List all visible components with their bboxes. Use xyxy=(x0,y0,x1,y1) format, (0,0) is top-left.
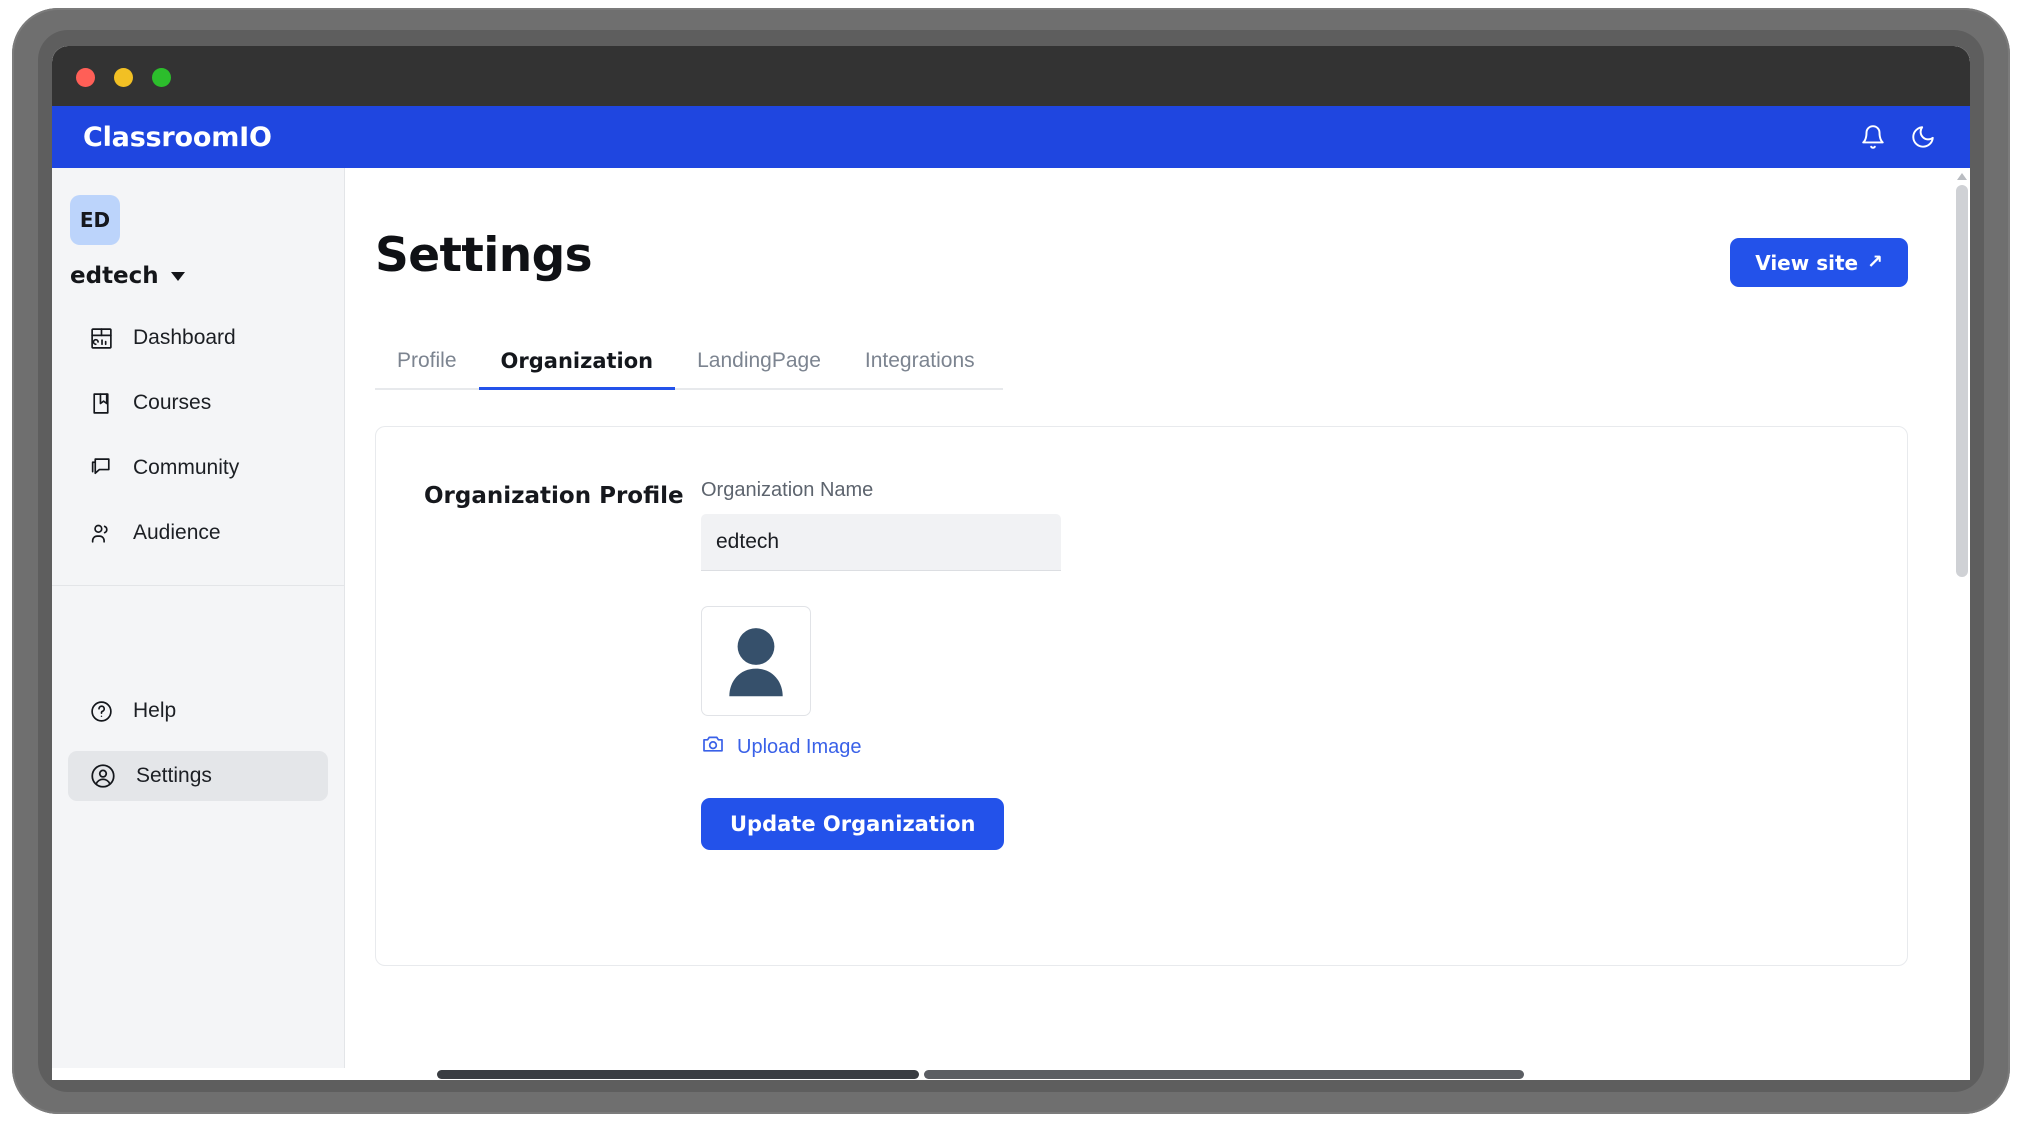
organization-name-label: Organization Name xyxy=(701,479,1907,502)
person-placeholder-icon xyxy=(710,618,802,715)
tab-integrations[interactable]: Integrations xyxy=(843,349,997,388)
sidebar: ED edtech xyxy=(52,168,345,1080)
sidebar-divider xyxy=(52,585,344,586)
chat-bubble-icon xyxy=(89,456,114,481)
org-avatar-badge[interactable]: ED xyxy=(70,195,120,245)
app-brand-logo[interactable]: ClassroomIO xyxy=(83,122,272,153)
main-inner: Settings View site ↗ Profile Organizatio… xyxy=(345,168,1970,1080)
tab-profile[interactable]: Profile xyxy=(375,349,479,388)
organization-form: Organization Name xyxy=(701,479,1907,850)
scroll-up-arrow-icon[interactable] xyxy=(1957,173,1967,180)
sidebar-item-dashboard[interactable]: Dashboard xyxy=(68,313,328,363)
sidebar-item-courses[interactable]: Courses xyxy=(68,378,328,428)
organization-name-input[interactable] xyxy=(701,514,1061,571)
page-title: Settings xyxy=(375,228,592,283)
org-switcher-label: edtech xyxy=(70,263,159,289)
org-switcher[interactable]: edtech xyxy=(70,263,344,289)
vertical-scrollbar-thumb[interactable] xyxy=(1956,185,1968,577)
tab-organization[interactable]: Organization xyxy=(479,349,676,388)
close-window-button[interactable] xyxy=(76,68,95,87)
sidebar-item-help[interactable]: Help xyxy=(68,686,328,736)
nav-spacer xyxy=(52,428,344,443)
upload-image-button[interactable]: Upload Image xyxy=(701,732,862,762)
section-title: Organization Profile xyxy=(424,479,701,850)
window-titlebar xyxy=(52,46,1970,106)
browser-window: ClassroomIO ED xyxy=(52,46,1970,1080)
moon-icon[interactable] xyxy=(1910,124,1936,150)
user-circle-icon xyxy=(89,762,117,790)
book-bookmark-icon xyxy=(89,391,114,416)
sidebar-item-label: Courses xyxy=(133,391,211,415)
traffic-lights xyxy=(76,68,171,87)
organization-avatar-preview[interactable] xyxy=(701,606,811,716)
app-header-actions xyxy=(1860,124,1936,150)
horizontal-scrollbar[interactable] xyxy=(52,1068,1970,1080)
chevron-down-icon xyxy=(171,272,185,281)
app-body: ED edtech xyxy=(52,168,1970,1080)
view-site-label: View site xyxy=(1755,251,1858,275)
page-header: Settings View site ↗ xyxy=(375,228,1970,287)
sidebar-item-label: Settings xyxy=(136,764,212,788)
sidebar-nav: Dashboard Courses xyxy=(52,313,344,558)
arrow-up-right-icon: ↗ xyxy=(1867,253,1883,272)
screenshot-stage: ClassroomIO ED xyxy=(0,0,2022,1124)
sidebar-item-community[interactable]: Community xyxy=(68,443,328,493)
view-site-button[interactable]: View site ↗ xyxy=(1730,238,1908,287)
users-icon xyxy=(89,521,114,546)
nav-spacer xyxy=(52,736,344,751)
horizontal-scrollbar-track-segment[interactable] xyxy=(924,1070,1524,1079)
settings-tabs: Profile Organization LandingPage Integra… xyxy=(375,349,1003,390)
horizontal-scrollbar-thumb[interactable] xyxy=(437,1070,919,1079)
organization-profile-card: Organization Profile Organization Name xyxy=(375,426,1908,966)
sidebar-item-audience[interactable]: Audience xyxy=(68,508,328,558)
bell-icon[interactable] xyxy=(1860,124,1886,150)
sidebar-item-label: Dashboard xyxy=(133,326,236,350)
vertical-scrollbar[interactable] xyxy=(1954,168,1970,1080)
upload-image-label: Upload Image xyxy=(737,736,862,759)
sidebar-item-label: Community xyxy=(133,456,239,480)
camera-icon xyxy=(701,732,725,762)
tab-landingpage[interactable]: LandingPage xyxy=(675,349,843,388)
sidebar-item-settings[interactable]: Settings xyxy=(68,751,328,801)
sidebar-bottom-nav: Help Settings xyxy=(52,686,344,801)
app-header: ClassroomIO xyxy=(52,106,1970,168)
main-content: Settings View site ↗ Profile Organizatio… xyxy=(345,168,1970,1080)
minimize-window-button[interactable] xyxy=(114,68,133,87)
update-organization-button[interactable]: Update Organization xyxy=(701,798,1004,850)
sidebar-item-label: Help xyxy=(133,699,176,723)
nav-spacer xyxy=(52,363,344,378)
dashboard-icon xyxy=(89,326,114,351)
sidebar-item-label: Audience xyxy=(133,521,221,545)
nav-spacer xyxy=(52,493,344,508)
maximize-window-button[interactable] xyxy=(152,68,171,87)
card-row: Organization Profile Organization Name xyxy=(424,479,1907,850)
question-circle-icon xyxy=(89,699,114,724)
